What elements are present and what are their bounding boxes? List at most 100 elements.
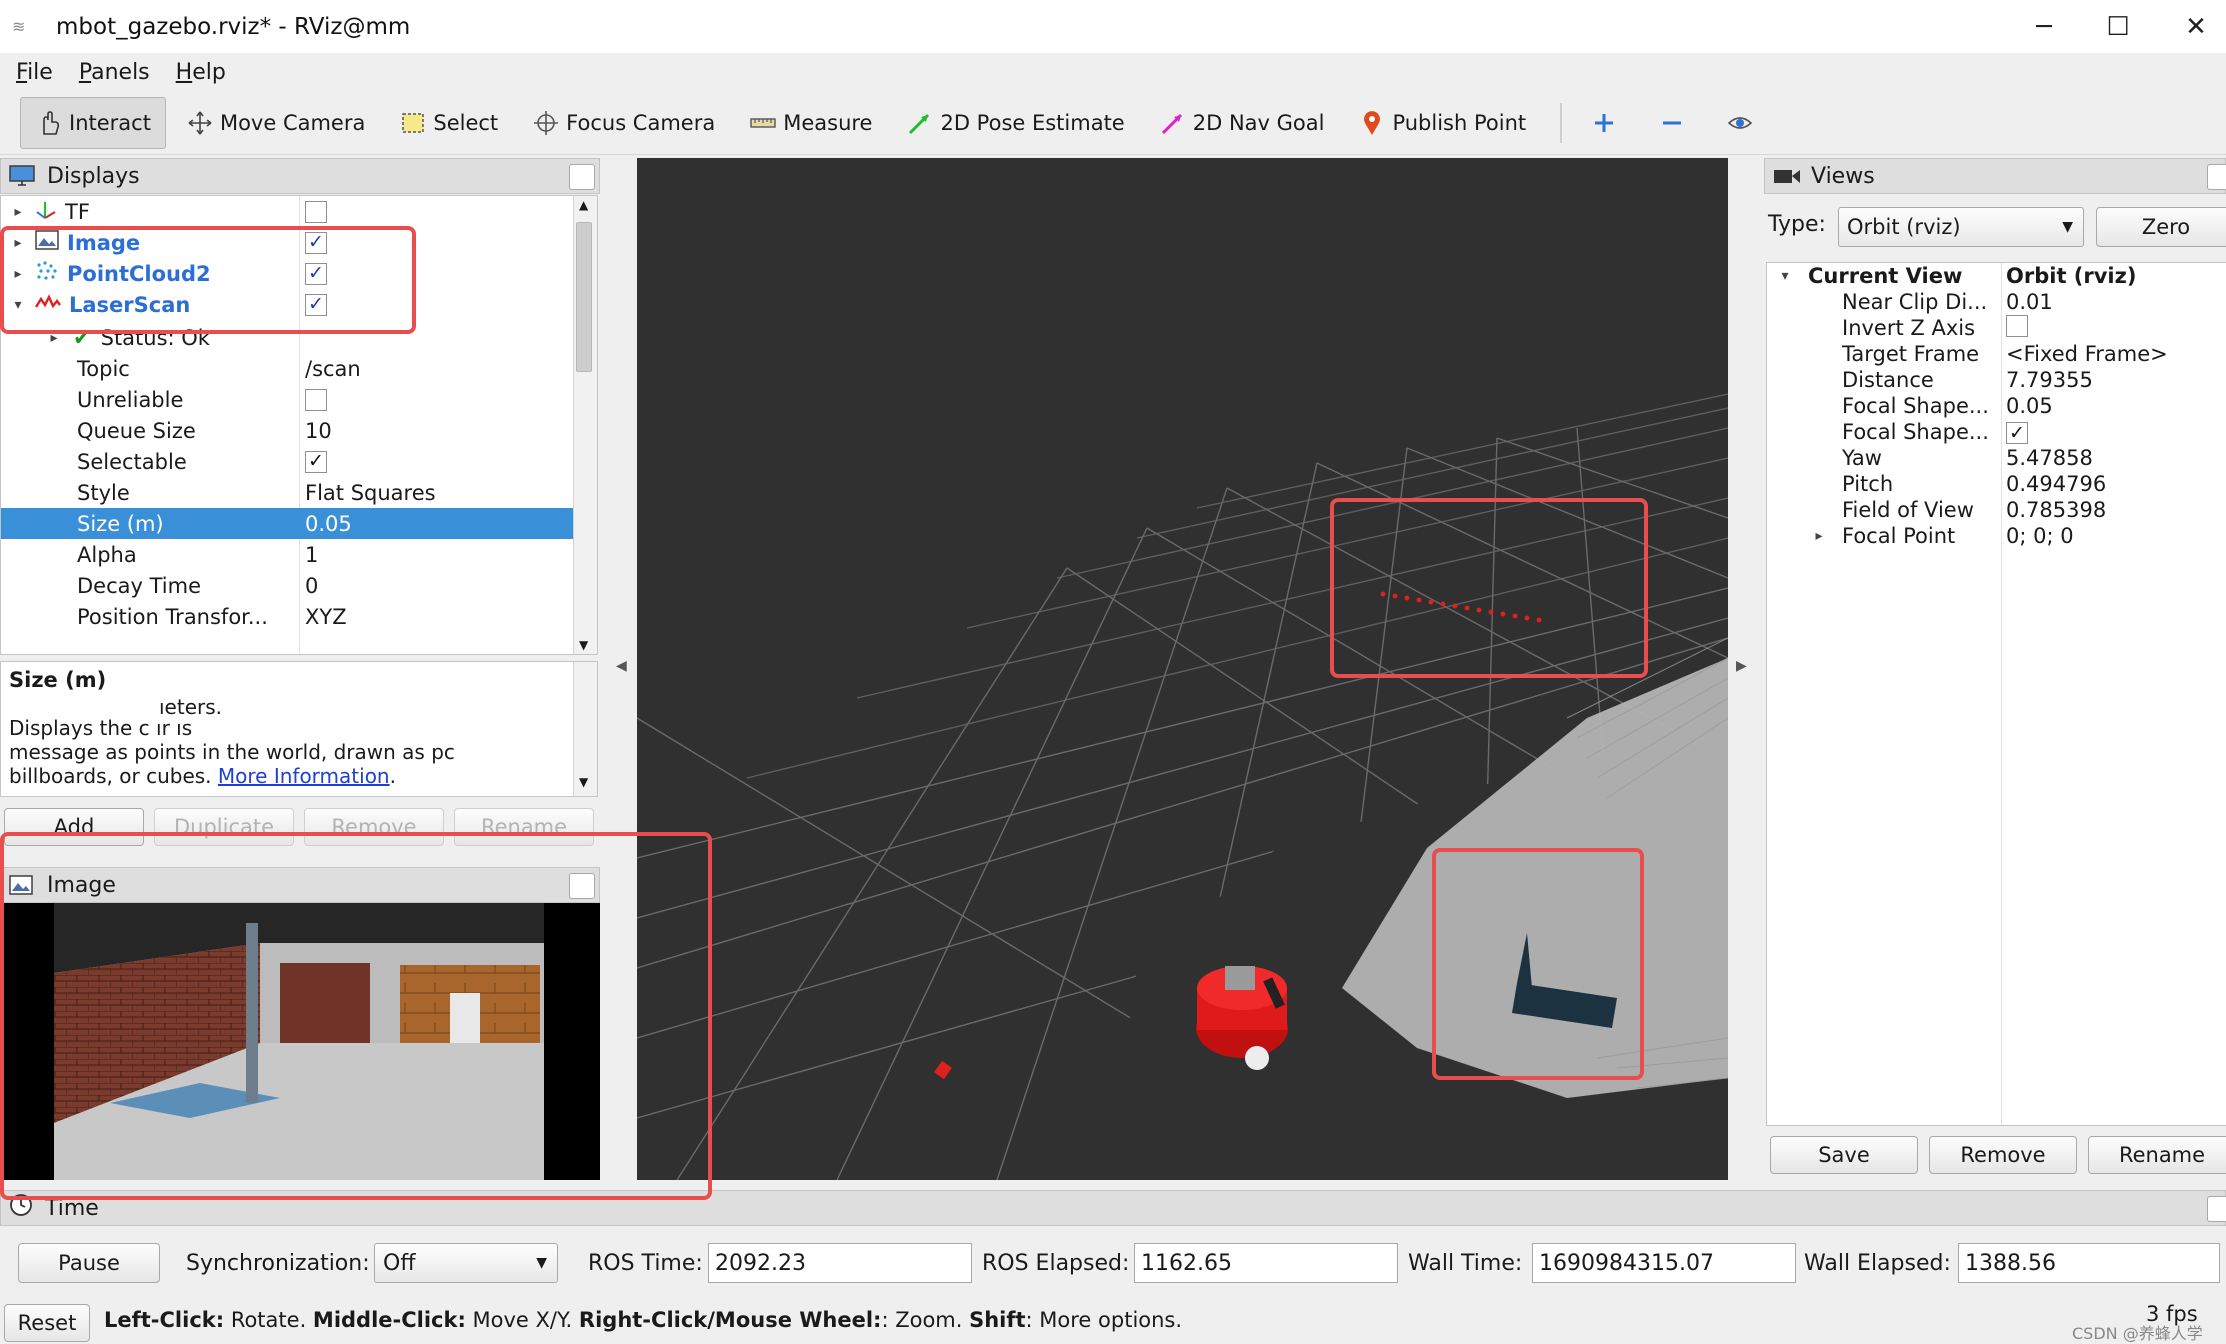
window-title: mbot_gazebo.rviz* - RViz@mm — [56, 13, 411, 40]
property-row-size-selected[interactable]: Size (m) 0.05 — [1, 508, 573, 539]
move-camera-tool-button[interactable]: Move Camera — [172, 97, 379, 149]
time-close-box[interactable] — [2207, 1196, 2226, 1222]
rename-view-button[interactable]: Rename — [2088, 1136, 2226, 1174]
toolbar-separator — [1560, 102, 1563, 143]
expand-arrow-icon[interactable]: ▸ — [11, 204, 25, 220]
selectable-checkbox[interactable]: ✓ — [305, 450, 327, 473]
invert-z-checkbox[interactable] — [2006, 314, 2028, 337]
rviz-app-icon: ≋ — [12, 16, 26, 36]
publish-point-label: Publish Point — [1392, 110, 1527, 135]
nav-goal-tool-button[interactable]: 2D Nav Goal — [1145, 97, 1339, 149]
status-hint: Left-Click: Rotate. Middle-Click: Move X… — [104, 1308, 1183, 1332]
view-prop-row[interactable]: Pitch 0.494796 — [1766, 471, 2226, 497]
view-prop-row[interactable]: Field of View 0.785398 — [1766, 497, 2226, 523]
minimize-button[interactable]: ─ — [2004, 0, 2084, 53]
property-name: Position Transfor... — [77, 604, 268, 629]
property-value[interactable]: 1 — [305, 539, 318, 570]
menu-file[interactable]: File — [16, 60, 53, 85]
property-value[interactable]: Flat Squares — [305, 477, 436, 508]
collapse-arrow-icon[interactable]: ▾ — [1778, 268, 1792, 284]
magenta-arrow-icon — [1159, 109, 1187, 137]
displays-scrollbar[interactable]: ▲ ▼ — [573, 196, 597, 654]
displays-close-box[interactable] — [569, 164, 595, 190]
display-row-tf[interactable]: ▸ TF — [1, 196, 573, 227]
property-row-unreliable[interactable]: Unreliable — [1, 384, 573, 415]
view-prop-row[interactable]: ▸ Focal Point 0; 0; 0 — [1766, 523, 2226, 549]
zero-view-button[interactable]: Zero — [2096, 207, 2226, 247]
display-name: TF — [65, 199, 90, 224]
ros-time-field[interactable]: 2092.23 — [708, 1243, 972, 1283]
view-prop-row[interactable]: Focal Shape... ✓ — [1766, 419, 2226, 445]
hand-pointer-icon — [35, 109, 63, 137]
add-tool-button[interactable] — [1576, 97, 1638, 149]
current-view-row[interactable]: ▾ Current View Orbit (rviz) — [1766, 263, 2226, 289]
property-name: Alpha — [77, 542, 137, 567]
focus-camera-tool-button[interactable]: Focus Camera — [518, 97, 729, 149]
property-row-decay-time[interactable]: Decay Time 0 — [1, 570, 573, 601]
measure-label: Measure — [783, 110, 873, 135]
scrollbar-thumb[interactable] — [576, 222, 592, 372]
view-prop-row[interactable]: Yaw 5.47858 — [1766, 445, 2226, 471]
unreliable-checkbox[interactable] — [305, 388, 327, 411]
property-row-position-transformer[interactable]: Position Transfor... XYZ — [1, 601, 573, 632]
property-value[interactable]: 0.05 — [305, 508, 352, 539]
save-view-button[interactable]: Save — [1770, 1136, 1918, 1174]
current-view-label: Current View — [1808, 264, 1963, 288]
property-row-style[interactable]: Style Flat Squares — [1, 477, 573, 508]
map-pin-icon — [1358, 109, 1386, 137]
views-close-box[interactable] — [2207, 164, 2226, 190]
view-prop-row[interactable]: Near Clip Di... 0.01 — [1766, 289, 2226, 315]
sync-select[interactable]: Off ▼ — [374, 1243, 558, 1283]
scroll-up-icon[interactable]: ▲ — [579, 198, 588, 212]
left-splitter-arrow-icon[interactable]: ◀ — [616, 658, 627, 674]
remove-view-button[interactable]: Remove — [1929, 1136, 2077, 1174]
status-bar: Reset Left-Click: Rotate. Middle-Click: … — [0, 1296, 2226, 1344]
view-type-select[interactable]: Orbit (rviz) ▼ — [1838, 207, 2084, 247]
property-value[interactable]: XYZ — [305, 601, 347, 632]
ros-elapsed-field[interactable]: 1162.65 — [1134, 1243, 1398, 1283]
scroll-down-icon[interactable]: ▼ — [579, 770, 588, 794]
property-value[interactable]: 0 — [305, 570, 318, 601]
menu-help[interactable]: Help — [176, 60, 226, 85]
more-information-link[interactable]: More Information — [218, 764, 390, 788]
remove-tool-button[interactable] — [1644, 97, 1706, 149]
green-arrow-icon — [906, 109, 934, 137]
publish-point-tool-button[interactable]: Publish Point — [1344, 97, 1540, 149]
property-row-topic[interactable]: Topic /scan — [1, 353, 573, 384]
display-enable-checkbox[interactable] — [305, 200, 327, 223]
close-button[interactable]: ✕ — [2156, 0, 2226, 53]
property-name: Unreliable — [77, 387, 184, 412]
view-prop-row[interactable]: Target Frame <Fixed Frame> — [1766, 341, 2226, 367]
property-value[interactable]: /scan — [305, 353, 361, 384]
description-line: Displays the c ır ıs — [9, 716, 193, 740]
crosshair-icon — [532, 109, 560, 137]
pose-estimate-tool-button[interactable]: 2D Pose Estimate — [892, 97, 1138, 149]
description-scrollbar[interactable]: ▼ — [573, 662, 597, 796]
property-row-alpha[interactable]: Alpha 1 — [1, 539, 573, 570]
view-prop-row[interactable]: Invert Z Axis — [1766, 314, 2226, 341]
focal-shape-checkbox[interactable]: ✓ — [2006, 422, 2028, 445]
expand-arrow-icon[interactable]: ▸ — [1812, 528, 1826, 544]
interact-tool-button[interactable]: Interact — [20, 96, 166, 149]
property-row-selectable[interactable]: Selectable ✓ — [1, 446, 573, 477]
menu-bar: File Panels Help — [0, 53, 2226, 91]
wall-time-field[interactable]: 1690984315.07 — [1532, 1243, 1796, 1283]
view-prop-row[interactable]: Distance 7.79355 — [1766, 367, 2226, 393]
move-arrows-icon — [186, 109, 214, 137]
menu-panels[interactable]: Panels — [79, 60, 150, 85]
view-prop-row[interactable]: Focal Shape... 0.05 — [1766, 393, 2226, 419]
views-panel-header: Views — [1764, 158, 2226, 194]
scroll-down-icon[interactable]: ▼ — [579, 638, 588, 652]
property-row-queue-size[interactable]: Queue Size 10 — [1, 415, 573, 446]
description-line: ıeters. — [159, 695, 223, 719]
right-splitter-arrow-icon[interactable]: ▶ — [1736, 658, 1747, 674]
measure-tool-button[interactable]: Measure — [735, 97, 886, 149]
sync-label: Synchronization: — [186, 1250, 370, 1276]
property-value[interactable]: 10 — [305, 415, 332, 446]
tool-properties-button[interactable] — [1712, 97, 1774, 149]
wall-elapsed-field[interactable]: 1388.56 — [1958, 1243, 2220, 1283]
select-tool-button[interactable]: Select — [385, 97, 512, 149]
maximize-button[interactable]: ☐ — [2078, 0, 2158, 53]
reset-button[interactable]: Reset — [4, 1304, 90, 1342]
pause-button[interactable]: Pause — [18, 1243, 160, 1283]
